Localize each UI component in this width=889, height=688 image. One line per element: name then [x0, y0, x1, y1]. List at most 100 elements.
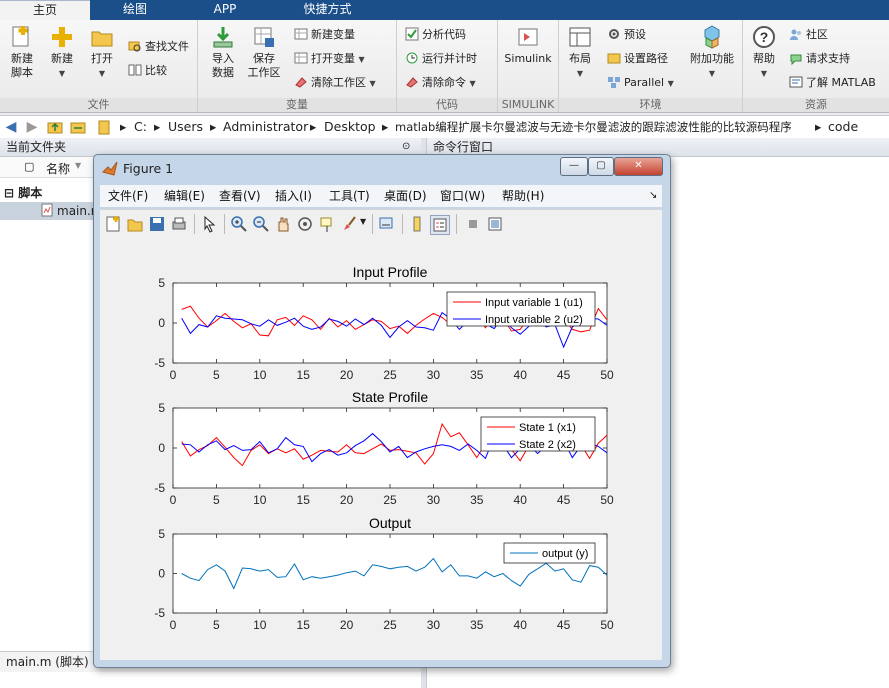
menu-edit[interactable]: 编辑(E): [164, 185, 205, 207]
new-variable-button[interactable]: 新建变量: [294, 26, 355, 44]
up-folder-icon[interactable]: [47, 119, 63, 135]
request-support-label: 请求支持: [806, 52, 850, 65]
y-tick-label: 0: [158, 316, 165, 330]
breadcrumb-item[interactable]: code: [828, 116, 858, 138]
figure-canvas[interactable]: Input Profile 0 5 10 15 20 25 30 35 40 45 50 -5 0 5 Inp…: [100, 238, 662, 660]
menu-window[interactable]: 窗口(W): [440, 185, 485, 207]
new-figure-icon[interactable]: [104, 215, 122, 233]
show-plot-tools-icon[interactable]: [486, 215, 504, 233]
analyze-code-button[interactable]: 分析代码: [405, 26, 466, 44]
breadcrumb-item[interactable]: Users: [168, 116, 203, 138]
list-item[interactable]: main.m: [0, 202, 103, 220]
data-cursor-icon[interactable]: [318, 215, 336, 233]
tab-shortcuts[interactable]: 快捷方式: [270, 0, 385, 20]
zoom-in-icon[interactable]: [230, 215, 248, 233]
eraser-icon: [406, 77, 418, 88]
menu-desktop[interactable]: 桌面(D): [384, 185, 427, 207]
figure-title-bar[interactable]: Figure 1 — ▢ ✕: [94, 155, 670, 183]
collapse-icon[interactable]: ⊟: [4, 186, 14, 200]
browse-folder-icon[interactable]: [70, 119, 86, 135]
menu-help[interactable]: 帮助(H): [502, 185, 544, 207]
chevron-down-icon: ▼: [760, 69, 768, 78]
zoom-out-icon[interactable]: [252, 215, 270, 233]
dock-arrow-icon[interactable]: ↘: [649, 185, 657, 207]
save-workspace-button[interactable]: 保存 工作区: [246, 24, 282, 80]
minimize-button[interactable]: —: [560, 157, 588, 176]
print-icon[interactable]: [170, 215, 188, 233]
open-button[interactable]: 打开 ▼: [86, 24, 118, 81]
import-data-button[interactable]: 导入 数据: [206, 24, 240, 80]
menu-file[interactable]: 文件(F): [108, 185, 148, 207]
tab-home[interactable]: 主页: [0, 0, 90, 21]
find-files-label: 查找文件: [145, 40, 189, 53]
file-group-header[interactable]: ⊟ 脚本: [4, 184, 42, 201]
name-column-header[interactable]: 名称: [46, 160, 70, 177]
sort-caret-icon: ▼: [75, 161, 82, 170]
legend-icon[interactable]: [430, 215, 450, 235]
compare-button[interactable]: 比较: [128, 62, 167, 80]
x-tick-label: 35: [470, 493, 484, 507]
add-ons-button[interactable]: 附加功能 ▼: [687, 24, 737, 81]
breadcrumb-item[interactable]: C:: [134, 116, 147, 138]
open-variable-label: 打开变量: [311, 52, 355, 65]
tab-plots[interactable]: 绘图: [90, 0, 180, 20]
close-button[interactable]: ✕: [614, 157, 663, 176]
breadcrumb-item[interactable]: matlab编程扩展卡尔曼滤波与无迹卡尔曼滤波的跟踪滤波性能的比较源码程序: [395, 116, 792, 138]
group-label-resources: 资源: [743, 98, 889, 112]
group-label-code: 代码: [397, 98, 497, 112]
x-tick-label: 35: [470, 618, 484, 632]
chevron-down-icon[interactable]: ▼: [360, 217, 366, 226]
breadcrumb-item[interactable]: Administrator: [223, 116, 308, 138]
menu-insert[interactable]: 插入(I): [275, 185, 312, 207]
clear-commands-button[interactable]: 清除命令 ▼: [405, 74, 476, 92]
pan-hand-icon[interactable]: [274, 215, 292, 233]
preferences-button[interactable]: 预设: [607, 26, 646, 44]
community-button[interactable]: 社区: [789, 26, 828, 44]
new-variable-label: 新建变量: [311, 28, 355, 41]
colorbar-icon[interactable]: [408, 215, 426, 233]
tab-apps[interactable]: APP: [180, 0, 270, 20]
legend-label: Input variable 2 (u2): [485, 314, 583, 326]
new-variable-icon: [294, 28, 308, 40]
menu-tools[interactable]: 工具(T): [329, 185, 370, 207]
save-icon[interactable]: [148, 215, 166, 233]
chevron-down-icon: ▼: [358, 55, 365, 64]
plot-area[interactable]: Input Profile0 5 10 15 20 25 30 35 40 45 50-505Inp…: [100, 238, 662, 660]
open-variable-button[interactable]: 打开变量 ▼: [294, 50, 365, 68]
figure-window[interactable]: Figure 1 — ▢ ✕ 文件(F) 编辑(E) 查看(V) 插入(I) 工…: [93, 154, 671, 668]
run-and-time-button[interactable]: 运行并计时: [405, 50, 477, 68]
link-plot-icon[interactable]: [378, 215, 396, 233]
new-script-button[interactable]: 新建 脚本: [6, 24, 38, 80]
layout-button[interactable]: 布局 ▼: [563, 24, 597, 81]
parallel-button[interactable]: Parallel ▼: [607, 74, 674, 92]
set-path-button[interactable]: 设置路径: [607, 50, 668, 68]
request-support-button[interactable]: 请求支持: [789, 50, 850, 68]
find-files-button[interactable]: 查找文件: [128, 38, 189, 56]
toolbar-separator: [194, 214, 195, 234]
forward-arrow-icon[interactable]: ▶: [24, 119, 40, 135]
maximize-button[interactable]: ▢: [588, 157, 614, 176]
y-tick-label: 0: [158, 567, 165, 581]
clear-workspace-button[interactable]: 清除工作区 ▼: [294, 74, 376, 92]
import-icon: [213, 27, 233, 48]
axes-3[interactable]: Output 0 5 10 15 20 25 30 35 40 45 50 -5 0 5 output (y): [154, 515, 614, 632]
ribbon-group-file: 新建 脚本 新建 ▼ 打开 ▼ 查找文件 比较 文件: [0, 20, 198, 112]
help-button[interactable]: ? 帮助 ▼: [747, 24, 781, 81]
new-button[interactable]: 新建 ▼: [46, 24, 78, 81]
axes-1[interactable]: Input Profile 0 5 10 15 20 25 30 35 40 45 50 -5 0 5 Inp…: [154, 264, 614, 382]
brush-icon[interactable]: [340, 215, 358, 233]
open-file-icon[interactable]: [126, 215, 144, 233]
rotate-3d-icon[interactable]: [296, 215, 314, 233]
x-tick-label: 35: [470, 368, 484, 382]
hide-plot-tools-icon[interactable]: [464, 215, 482, 233]
compare-icon: [128, 64, 142, 76]
learn-matlab-button[interactable]: 了解 MATLAB: [789, 74, 876, 92]
back-arrow-icon[interactable]: ◀: [3, 119, 19, 135]
axes-2[interactable]: State Profile 0 5 10 15 20 25 30 35 40 45 50 -5 0 5 Sta…: [154, 389, 614, 507]
simulink-button[interactable]: Simulink: [502, 24, 554, 66]
file-group-label: 脚本: [18, 186, 43, 200]
menu-view[interactable]: 查看(V): [219, 185, 261, 207]
pointer-icon[interactable]: [200, 215, 218, 233]
breadcrumb-item[interactable]: Desktop: [324, 116, 376, 138]
x-tick-label: 25: [383, 493, 397, 507]
